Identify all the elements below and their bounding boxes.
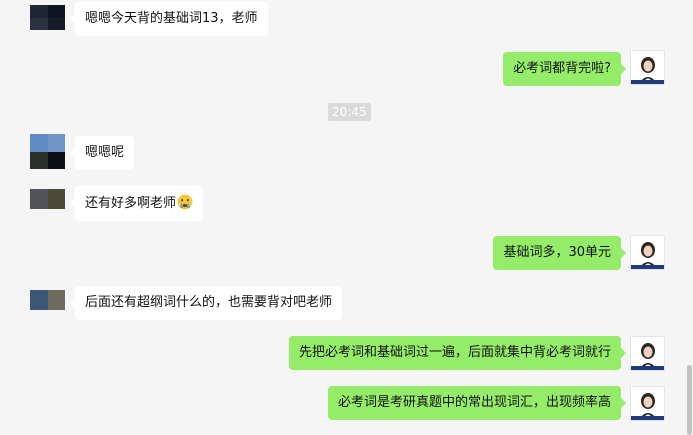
contact-avatar[interactable]	[30, 290, 65, 310]
message-bubble-incoming[interactable]: 还有好多啊老师	[69, 186, 204, 221]
avatar-band	[631, 80, 664, 84]
contact-avatar[interactable]	[30, 134, 65, 169]
teacher-avatar[interactable]	[630, 50, 665, 85]
message-bubble-incoming[interactable]: 嗯嗯呢	[69, 136, 135, 170]
avatar-band	[631, 366, 664, 370]
message-text: 后面还有超纲词什么的，也需要背对吧老师	[85, 295, 333, 310]
message-bubble-outgoing[interactable]: 必考词都背完啦?	[503, 52, 626, 86]
message-bubble-incoming[interactable]: 嗯嗯今天背的基础词13，老师	[70, 2, 268, 36]
contact-avatar[interactable]	[30, 5, 65, 30]
message-text: 基础词多，30单元	[503, 245, 611, 260]
message-bubble-outgoing[interactable]: 先把必考词和基础词过一遍，后面就集中背必考词就行	[288, 336, 627, 370]
message-bubble-outgoing[interactable]: 基础词多，30单元	[493, 236, 626, 270]
teacher-avatar[interactable]	[630, 386, 665, 421]
message-text: 还有好多啊老师	[85, 196, 177, 211]
timestamp-text: 20:45	[332, 105, 367, 119]
message-bubble-incoming[interactable]: 后面还有超纲词什么的，也需要背对吧老师	[69, 286, 343, 320]
chat-history: 嗯嗯今天背的基础词13，老师 必考词都背完啦? 20:45 嗯嗯呢 还有好多啊老…	[0, 0, 693, 435]
message-text: 必考词是考研真题中的常出现词汇，出现频率高	[337, 395, 611, 410]
teacher-avatar[interactable]	[630, 336, 665, 371]
avatar-band	[631, 265, 664, 269]
chat-scrollbar[interactable]	[687, 365, 692, 435]
avatar-band	[631, 416, 664, 420]
message-text: 必考词都背完啦?	[513, 61, 611, 76]
crying-face-icon	[177, 194, 193, 210]
timestamp-badge: 20:45	[328, 103, 371, 121]
teacher-avatar[interactable]	[630, 235, 665, 270]
message-bubble-outgoing[interactable]: 必考词是考研真题中的常出现词汇，出现频率高	[327, 386, 627, 420]
message-text: 嗯嗯呢	[85, 145, 125, 160]
message-text: 先把必考词和基础词过一遍，后面就集中背必考词就行	[298, 345, 611, 360]
contact-avatar[interactable]	[30, 189, 65, 209]
message-text: 嗯嗯今天背的基础词13，老师	[85, 11, 258, 26]
